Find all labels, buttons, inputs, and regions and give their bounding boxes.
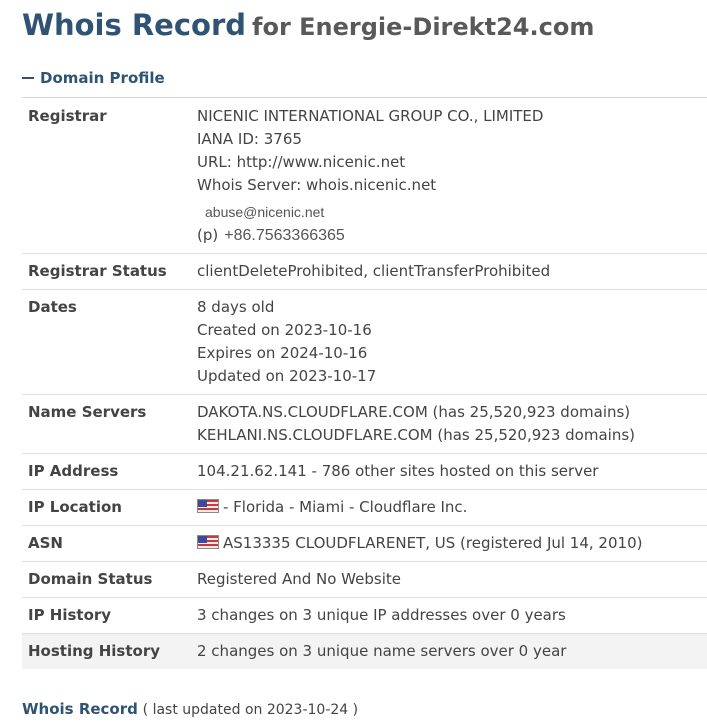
name-servers-label: Name Servers — [22, 394, 191, 454]
dates-label: Dates — [22, 289, 191, 395]
last-updated-note: ( last updated on 2023-10-24 ) — [142, 702, 359, 718]
name-server-2: KEHLANI.NS.CLOUDFLARE.COM (has 25,520,92… — [197, 426, 635, 444]
registrar-label: Registrar — [22, 99, 191, 254]
asn-label: ASN — [22, 525, 191, 562]
table-row-ip-location: IP Location - Florida - Miami - Cloudfla… — [22, 489, 707, 526]
table-row-domain-status: Domain Status Registered And No Website — [22, 561, 707, 598]
domain-profile-header[interactable]: Domain Profile — [22, 68, 707, 98]
updated-date: Updated on 2023-10-17 — [197, 367, 377, 385]
registrar-email: abuse@nicenic.net — [205, 204, 325, 220]
page-title: Whois Record for Energie-Direkt24.com — [22, 4, 594, 47]
registrar-iana: IANA ID: 3765 — [197, 130, 302, 148]
hosting-history-value: 2 changes on 3 unique name servers over … — [191, 633, 707, 669]
registrar-name: NICENIC INTERNATIONAL GROUP CO., LIMITED — [197, 107, 544, 125]
domain-age: 8 days old — [197, 298, 275, 316]
table-row-asn: ASN AS13335 CLOUDFLARENET, US (registere… — [22, 525, 707, 562]
created-date: Created on 2023-10-16 — [197, 321, 372, 339]
page-title-main: Whois Record — [22, 8, 247, 42]
domain-status-value: Registered And No Website — [191, 561, 707, 598]
table-row-hosting-history: Hosting History 2 changes on 3 unique na… — [22, 633, 707, 669]
ip-location-value: - Florida - Miami - Cloudflare Inc. — [223, 498, 468, 516]
asn-cell: AS13335 CLOUDFLARENET, US (registered Ju… — [191, 525, 707, 562]
whois-record-link[interactable]: Whois Record — [22, 700, 138, 718]
ip-address-label: IP Address — [22, 453, 191, 490]
table-row-ip-address: IP Address 104.21.62.141 - 786 other sit… — [22, 453, 707, 490]
hosting-history-label: Hosting History — [22, 633, 191, 669]
registrar-value: NICENIC INTERNATIONAL GROUP CO., LIMITED… — [191, 99, 707, 254]
dates-value: 8 days old Created on 2023-10-16 Expires… — [191, 289, 707, 395]
registrar-whois-server: Whois Server: whois.nicenic.net — [197, 176, 437, 194]
phone-prefix: (p) — [197, 226, 219, 244]
table-row-dates: Dates 8 days old Created on 2023-10-16 E… — [22, 289, 707, 395]
ip-location-cell: - Florida - Miami - Cloudflare Inc. — [191, 489, 707, 526]
ip-history-value: 3 changes on 3 unique IP addresses over … — [191, 597, 707, 634]
table-row-registrar: Registrar NICENIC INTERNATIONAL GROUP CO… — [22, 99, 707, 254]
asn-value: AS13335 CLOUDFLARENET, US (registered Ju… — [223, 534, 643, 552]
name-server-1: DAKOTA.NS.CLOUDFLARE.COM (has 25,520,923… — [197, 403, 631, 421]
domain-status-label: Domain Status — [22, 561, 191, 598]
registrar-url: URL: http://www.nicenic.net — [197, 153, 406, 171]
table-row-name-servers: Name Servers DAKOTA.NS.CLOUDFLARE.COM (h… — [22, 394, 707, 454]
name-servers-value: DAKOTA.NS.CLOUDFLARE.COM (has 25,520,923… — [191, 394, 707, 454]
registrar-phone: +86.7563366365 — [224, 227, 345, 244]
table-row-registrar-status: Registrar Status clientDeleteProhibited,… — [22, 253, 707, 290]
ip-address-value: 104.21.62.141 - 786 other sites hosted o… — [191, 453, 707, 490]
page-title-domain: for Energie-Direkt24.com — [252, 13, 595, 41]
registrar-status-value: clientDeleteProhibited, clientTransferPr… — [191, 253, 707, 290]
registrar-status-label: Registrar Status — [22, 253, 191, 290]
us-flag-icon — [197, 499, 219, 513]
whois-table: Registrar NICENIC INTERNATIONAL GROUP CO… — [22, 99, 707, 669]
expires-date: Expires on 2024-10-16 — [197, 344, 368, 362]
ip-location-label: IP Location — [22, 489, 191, 526]
ip-history-label: IP History — [22, 597, 191, 634]
table-row-ip-history: IP History 3 changes on 3 unique IP addr… — [22, 597, 707, 634]
whois-record-footer: Whois Record ( last updated on 2023-10-2… — [22, 699, 358, 720]
collapse-minus-icon[interactable] — [22, 77, 34, 79]
domain-profile-label[interactable]: Domain Profile — [40, 68, 165, 88]
us-flag-icon — [197, 535, 219, 549]
